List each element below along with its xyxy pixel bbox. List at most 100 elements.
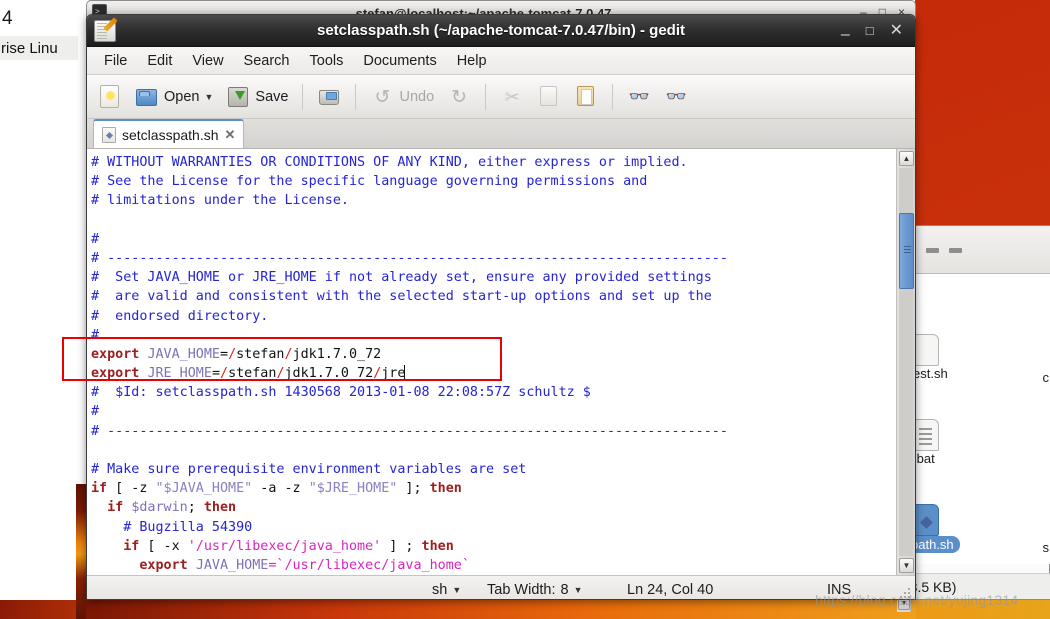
code-line: # limitations under the License.	[91, 191, 896, 210]
tab-width-selector[interactable]: Tab Width: 8 ▼	[487, 582, 583, 598]
code-token: # --------------------------------------…	[91, 423, 728, 439]
file-name-label: path.sh	[909, 536, 960, 553]
list-item[interactable]: est.sh c	[897, 334, 1050, 385]
list-item[interactable]: path.sh s	[897, 504, 1050, 555]
code-token: # See the License for the specific langu…	[91, 174, 648, 190]
minimize-button[interactable]: –	[841, 26, 850, 43]
chevron-down-icon[interactable]: ▼	[204, 92, 213, 102]
code-line: #	[91, 230, 896, 249]
code-token: jdk1.7.0_72	[284, 366, 374, 382]
gedit-window[interactable]: setclasspath.sh (~/apache-tomcat-7.0.47/…	[86, 14, 916, 600]
code-token: then	[429, 481, 462, 497]
find-button[interactable]: 👓	[622, 83, 656, 111]
binoculars-search-icon: 👓	[628, 86, 650, 106]
toolbar-separator	[485, 83, 487, 110]
status-bar: sh ▼ Tab Width: 8 ▼ Ln 24, Col 40 INS	[87, 575, 915, 599]
code-line: if [ -z "$JAVA_HOME" -a -z "$JRE_HOME" ]…	[91, 479, 896, 498]
code-line: # See the License for the specific langu…	[91, 172, 896, 191]
menu-item-file[interactable]: File	[95, 50, 136, 72]
code-token: `	[461, 557, 470, 573]
gedit-title-bar[interactable]: setclasspath.sh (~/apache-tomcat-7.0.47/…	[87, 15, 915, 47]
menu-item-search[interactable]: Search	[235, 50, 299, 72]
source-code-text[interactable]: # WITHOUT WARRANTIES OR CONDITIONS OF AN…	[87, 149, 896, 575]
watermark: https://blog.csdn.net/yujing1314	[815, 592, 1019, 608]
code-token: # are valid and consistent with the sele…	[91, 289, 712, 305]
copy-pages-icon	[537, 85, 561, 109]
copy-button[interactable]	[532, 83, 566, 111]
save-button[interactable]: Save	[221, 83, 293, 111]
language-selector[interactable]: sh ▼	[432, 582, 461, 598]
code-token: =	[220, 346, 229, 362]
code-token: /	[228, 346, 237, 362]
code-line: export JRE_HOME=/stefan/jdk1.7.0_72/jre	[91, 364, 896, 383]
background-window-left-band: rise Linu	[0, 36, 78, 60]
editor-vertical-scrollbar[interactable]: ▲ ▼	[896, 149, 915, 576]
tab-setclasspath-sh[interactable]: setclasspath.sh ✕	[93, 119, 245, 148]
code-line: # WITHOUT WARRANTIES OR CONDITIONS OF AN…	[91, 153, 896, 172]
tab-label: setclasspath.sh	[122, 126, 219, 143]
file-manager-file-list[interactable]: ▼ est.sh c .bat path.sh s	[897, 274, 1050, 612]
paste-button[interactable]	[569, 83, 603, 111]
chevron-down-icon[interactable]: ▼	[899, 558, 914, 574]
scissors-icon: ✂	[504, 87, 520, 107]
code-line: # $Id: setclasspath.sh 1430568 2013-01-0…	[91, 383, 896, 402]
print-button[interactable]	[312, 83, 346, 111]
code-token: if	[107, 500, 124, 516]
code-token: /usr/libexec/java_home	[284, 557, 462, 573]
file-column-2: c	[1042, 370, 1050, 385]
gedit-notepad-icon	[94, 16, 118, 42]
code-token: # endorsed directory.	[91, 308, 269, 324]
code-line: # --------------------------------------…	[91, 422, 896, 441]
replace-button[interactable]: 👓	[659, 83, 693, 111]
new-document-button[interactable]	[93, 83, 127, 111]
close-button[interactable]: ✕	[890, 22, 903, 39]
code-token: JRE_HOME	[147, 366, 212, 382]
batch-file-icon	[913, 419, 939, 451]
menu-item-documents[interactable]: Documents	[354, 50, 445, 72]
shell-script-file-icon	[913, 504, 939, 536]
shell-script-file-icon	[913, 334, 939, 366]
menu-item-edit[interactable]: Edit	[138, 50, 181, 72]
cursor-position-label: Ln 24, Col 40	[627, 581, 714, 598]
code-token: ] ;	[381, 538, 422, 554]
tool-bar[interactable]: Open ▼ Save ↺ Undo ↻ ✂ 👓 👓	[87, 75, 915, 119]
cut-button[interactable]: ✂	[495, 83, 529, 110]
language-label: sh	[432, 581, 448, 598]
code-token: #	[91, 404, 100, 420]
redo-button[interactable]: ↻	[442, 84, 476, 110]
maximize-button[interactable]: □	[866, 24, 874, 37]
page-title: setclasspath.sh (~/apache-tomcat-7.0.47/…	[316, 22, 686, 39]
code-token: #	[91, 231, 100, 247]
tab-strip[interactable]: setclasspath.sh ✕	[87, 119, 915, 149]
code-line: # endorsed directory.	[91, 307, 896, 326]
chevron-down-icon[interactable]: ▼	[574, 585, 583, 595]
code-token: "$JAVA_HOME"	[155, 481, 253, 497]
chevron-up-icon[interactable]: ▲	[899, 151, 914, 166]
code-line: if [ -x '/usr/libexec/java_home' ] ; the…	[91, 537, 896, 556]
code-token: stefan	[228, 366, 277, 382]
menu-item-view[interactable]: View	[183, 50, 232, 72]
printer-icon	[317, 85, 341, 109]
open-button[interactable]: Open ▼	[130, 83, 218, 111]
chevron-down-icon[interactable]: ▼	[452, 585, 461, 595]
background-file-manager-window[interactable]: ▼ est.sh c .bat path.sh s (3.5 KB)	[896, 225, 1050, 612]
code-token: export	[91, 346, 148, 362]
close-icon[interactable]: ✕	[225, 127, 236, 143]
menu-item-help[interactable]: Help	[448, 50, 496, 72]
menu-bar[interactable]: File Edit View Search Tools Documents He…	[87, 47, 915, 75]
scrollbar-thumb[interactable]	[899, 213, 914, 289]
editor-area[interactable]: # WITHOUT WARRANTIES OR CONDITIONS OF AN…	[87, 149, 915, 576]
code-line: export JAVA_HOME=/stefan/jdk1.7.0_72	[91, 345, 896, 364]
code-token: [ -x	[139, 538, 188, 554]
redo-arrow-icon: ↻	[451, 86, 468, 108]
code-token: # $Id: setclasspath.sh 1430568 2013-01-0…	[91, 385, 591, 401]
list-item[interactable]: .bat	[897, 419, 1050, 466]
code-token: =`	[268, 557, 285, 573]
code-token: JAVA_HOME	[195, 557, 269, 573]
code-token: # limitations under the License.	[91, 193, 349, 209]
menu-item-tools[interactable]: Tools	[301, 50, 353, 72]
undo-button[interactable]: ↺ Undo	[365, 84, 439, 110]
